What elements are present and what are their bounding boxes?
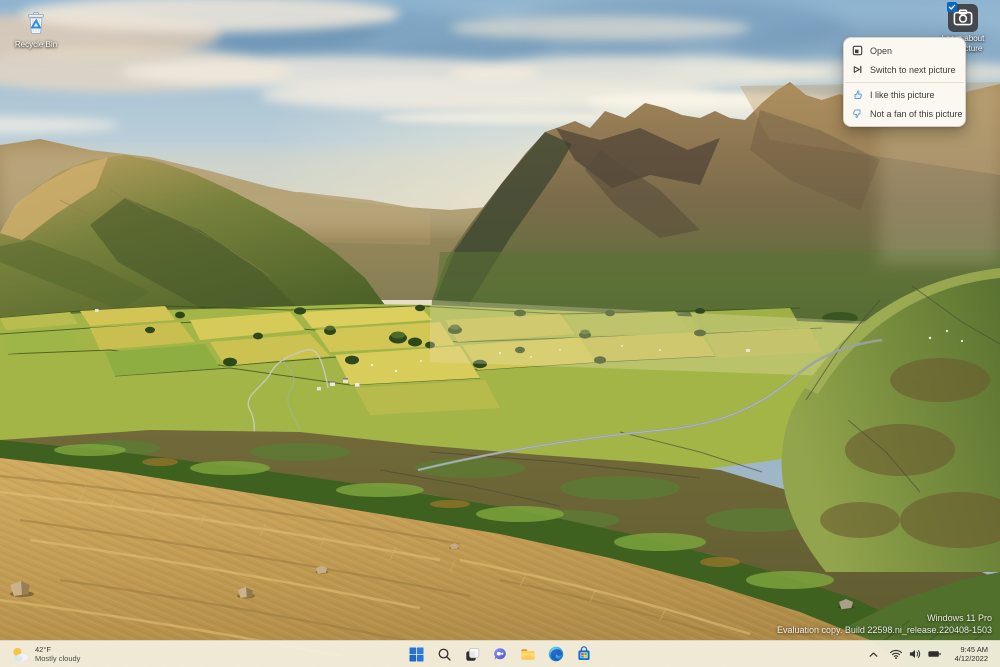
tray-hidden-icons-button[interactable] [864, 643, 883, 665]
recycle-bin-icon [20, 6, 52, 38]
menu-separator [845, 82, 964, 83]
recycle-bin-label: Recycle Bin [15, 40, 57, 50]
task-view-icon [465, 647, 480, 662]
tray-time: 9:45 AM [955, 645, 988, 655]
menu-item-like-label: I like this picture [870, 90, 935, 100]
search-button[interactable] [432, 642, 456, 666]
skip-next-icon [852, 64, 863, 75]
partly-cloudy-icon [11, 646, 29, 663]
spotlight-context-menu: Open Switch to next picture I like this … [843, 37, 966, 127]
volume-icon [908, 647, 922, 661]
chat-icon [492, 646, 508, 662]
menu-item-like-picture[interactable]: I like this picture [844, 85, 965, 104]
menu-item-open[interactable]: Open [844, 41, 965, 60]
open-window-icon [852, 45, 863, 56]
wifi-icon [889, 647, 903, 661]
watermark-build: Evaluation copy. Build 22598.ni_release.… [777, 625, 992, 637]
chevron-up-icon [867, 648, 880, 661]
taskbar: 42°F Mostly cloudy [0, 640, 1000, 667]
selected-checkbox-icon [947, 2, 957, 12]
menu-item-switch-label: Switch to next picture [870, 65, 956, 75]
store-button[interactable] [572, 642, 596, 666]
thumbs-up-icon [852, 89, 863, 100]
menu-item-switch-next-picture[interactable]: Switch to next picture [844, 60, 965, 79]
menu-item-open-label: Open [870, 46, 892, 56]
menu-item-not-fan-label: Not a fan of this picture [870, 109, 963, 119]
search-icon [437, 647, 452, 662]
store-icon [576, 646, 592, 662]
battery-icon [927, 647, 942, 661]
thumbs-down-icon [852, 108, 863, 119]
taskbar-tray: 9:45 AM 4/12/2022 [864, 641, 1000, 667]
windows-logo-icon [409, 647, 424, 662]
tray-system-icons[interactable] [885, 647, 946, 661]
weather-condition: Mostly cloudy [35, 654, 80, 664]
weather-temperature: 42°F [35, 645, 80, 655]
file-explorer-icon [520, 646, 536, 662]
desktop-icon-recycle-bin[interactable]: Recycle Bin [8, 6, 64, 50]
menu-item-not-fan-picture[interactable]: Not a fan of this picture [844, 104, 965, 123]
edge-button[interactable] [544, 642, 568, 666]
task-view-button[interactable] [460, 642, 484, 666]
windows-watermark: Windows 11 Pro Evaluation copy. Build 22… [777, 613, 992, 636]
watermark-edition: Windows 11 Pro [777, 613, 992, 625]
tray-date: 4/12/2022 [955, 654, 988, 664]
chat-button[interactable] [488, 642, 512, 666]
desktop: Recycle Bin Learn about this picture Win… [0, 0, 1000, 667]
weather-widget[interactable]: 42°F Mostly cloudy [0, 641, 91, 667]
file-explorer-button[interactable] [516, 642, 540, 666]
taskbar-center-buttons [404, 641, 596, 667]
edge-icon [548, 646, 564, 662]
start-button[interactable] [404, 642, 428, 666]
tray-clock[interactable]: 9:45 AM 4/12/2022 [952, 643, 991, 666]
